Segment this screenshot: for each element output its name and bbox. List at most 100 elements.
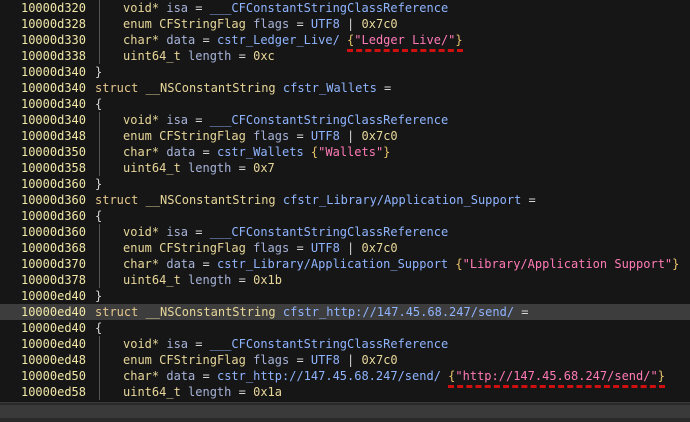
code-line[interactable]: 10000d340 struct __NSConstantString cfstr… bbox=[0, 80, 690, 96]
indent-guide bbox=[99, 48, 100, 64]
code-line[interactable]: 10000ed48 enum CFStringFlag flags = UTF8 … bbox=[0, 352, 690, 368]
symbol-reference[interactable]: cstr_Wallets bbox=[217, 145, 304, 159]
address-label[interactable]: 10000ed40 bbox=[0, 304, 86, 320]
type-keyword: void* bbox=[123, 113, 160, 127]
close-brace: } bbox=[95, 289, 103, 303]
symbol-reference[interactable]: UTF8 bbox=[311, 241, 340, 255]
code-line[interactable]: 10000d360 struct __NSConstantString cfstr… bbox=[0, 192, 690, 208]
address-label[interactable]: 10000d378 bbox=[0, 272, 86, 288]
address-label[interactable]: 10000d368 bbox=[0, 240, 86, 256]
type-keyword: char* bbox=[123, 33, 160, 47]
address-label[interactable]: 10000d340 bbox=[0, 96, 86, 112]
type-keyword: uint64_t bbox=[123, 385, 181, 399]
symbol-reference[interactable]: cstr_http://147.45.68.247/send/ bbox=[217, 369, 441, 383]
code-line[interactable]: 10000ed40 struct __NSConstantString cfstr… bbox=[0, 304, 690, 320]
code-line[interactable]: 10000d360} bbox=[0, 176, 690, 192]
symbol-reference[interactable]: cstr_Ledger_Live/ bbox=[217, 33, 340, 47]
address-label[interactable]: 10000ed40 bbox=[0, 320, 86, 336]
symbol-reference[interactable]: UTF8 bbox=[311, 129, 340, 143]
code-line[interactable]: 10000d370 char* data = cstr_Library/Appli… bbox=[0, 256, 690, 272]
code-line[interactable]: 10000d320 void* isa = ___CFConstantString… bbox=[0, 0, 690, 16]
type-name: CFStringFlag bbox=[159, 129, 246, 143]
struct-name[interactable]: cfstr_Wallets bbox=[283, 81, 377, 95]
open-brace: { bbox=[95, 97, 103, 111]
address-label[interactable]: 10000d360 bbox=[0, 192, 86, 208]
equals-sign: = bbox=[238, 385, 246, 399]
symbol-reference[interactable]: ___CFConstantStringClassReference bbox=[210, 1, 448, 15]
address-label[interactable]: 10000d340 bbox=[0, 80, 86, 96]
code-line[interactable]: 10000d340} bbox=[0, 64, 690, 80]
code-line[interactable]: 10000d360 { bbox=[0, 208, 690, 224]
address-label[interactable]: 10000d340 bbox=[0, 64, 86, 80]
scrollbar-thumb[interactable] bbox=[0, 405, 690, 418]
address-label[interactable]: 10000d358 bbox=[0, 160, 86, 176]
address-label[interactable]: 10000ed40 bbox=[0, 288, 86, 304]
indent-guide bbox=[99, 32, 100, 48]
code-line[interactable]: 10000d340 void* isa = ___CFConstantString… bbox=[0, 112, 690, 128]
code-line[interactable]: 10000ed40} bbox=[0, 288, 690, 304]
address-label[interactable]: 10000d350 bbox=[0, 144, 86, 160]
equals-sign: = bbox=[238, 273, 246, 287]
code-line[interactable]: 10000d348 enum CFStringFlag flags = UTF8 … bbox=[0, 128, 690, 144]
indent-guide bbox=[99, 384, 100, 400]
code-line[interactable]: 10000ed40 void* isa = ___CFConstantString… bbox=[0, 336, 690, 352]
address-label[interactable]: 10000d370 bbox=[0, 256, 86, 272]
address-label[interactable]: 10000d330 bbox=[0, 32, 86, 48]
field-name: flags bbox=[253, 17, 290, 31]
type-keyword: void* bbox=[123, 1, 160, 15]
code-line[interactable]: 10000d378 uint64_t length = 0x1b bbox=[0, 272, 690, 288]
comment-brace-open: { bbox=[455, 257, 463, 271]
field-declaration: void* isa = ___CFConstantStringClassRefe… bbox=[123, 112, 448, 128]
annotation-underline bbox=[347, 49, 463, 52]
disassembly-view[interactable]: 10000d320 void* isa = ___CFConstantString… bbox=[0, 0, 690, 402]
code-line[interactable]: 10000d338 uint64_t length = 0xc bbox=[0, 48, 690, 64]
indent-guide bbox=[99, 272, 100, 288]
code-line[interactable]: 10000d368 enum CFStringFlag flags = UTF8 … bbox=[0, 240, 690, 256]
struct-keyword: struct bbox=[95, 305, 139, 319]
annotation-underline bbox=[448, 385, 665, 388]
equals-sign: = bbox=[296, 241, 304, 255]
operator: | bbox=[347, 241, 355, 255]
address-label[interactable]: 10000d360 bbox=[0, 208, 86, 224]
symbol-reference[interactable]: cstr_Library/Application_Support bbox=[217, 257, 448, 271]
horizontal-scrollbar[interactable] bbox=[0, 402, 690, 422]
equals-sign: = bbox=[521, 305, 529, 319]
address-label[interactable]: 10000d348 bbox=[0, 128, 86, 144]
symbol-reference[interactable]: ___CFConstantStringClassReference bbox=[210, 113, 448, 127]
code-line[interactable]: 10000d340 { bbox=[0, 96, 690, 112]
struct-keyword: struct bbox=[95, 81, 139, 95]
equals-sign: = bbox=[202, 33, 210, 47]
code-line[interactable]: 10000d360 void* isa = ___CFConstantString… bbox=[0, 224, 690, 240]
symbol-reference[interactable]: UTF8 bbox=[311, 353, 340, 367]
equals-sign: = bbox=[296, 129, 304, 143]
address-label[interactable]: 10000d338 bbox=[0, 48, 86, 64]
code-line[interactable]: 10000ed50 char* data = cstr_http://147.45… bbox=[0, 368, 690, 384]
string-literal: "Library/Application Support" bbox=[462, 257, 673, 271]
address-label[interactable]: 10000ed40 bbox=[0, 336, 86, 352]
indent-guide bbox=[99, 352, 100, 368]
struct-name[interactable]: cfstr_Library/Application_Support bbox=[283, 193, 521, 207]
code-line[interactable]: 10000d358 uint64_t length = 0x7 bbox=[0, 160, 690, 176]
code-line[interactable]: 10000d330 char* data = cstr_Ledger_Live/ … bbox=[0, 32, 690, 48]
symbol-reference[interactable]: UTF8 bbox=[311, 17, 340, 31]
equals-sign: = bbox=[238, 49, 246, 63]
address-label[interactable]: 10000d328 bbox=[0, 16, 86, 32]
symbol-reference[interactable]: ___CFConstantStringClassReference bbox=[210, 337, 448, 351]
address-label[interactable]: 10000ed48 bbox=[0, 352, 86, 368]
code-line[interactable]: 10000d328 enum CFStringFlag flags = UTF8 … bbox=[0, 16, 690, 32]
type-keyword: enum bbox=[123, 17, 152, 31]
string-literal: "Wallets" bbox=[318, 145, 384, 159]
address-label[interactable]: 10000ed50 bbox=[0, 368, 86, 384]
address-label[interactable]: 10000d360 bbox=[0, 176, 86, 192]
symbol-reference[interactable]: ___CFConstantStringClassReference bbox=[210, 225, 448, 239]
indent-guide bbox=[99, 144, 100, 160]
equals-sign: = bbox=[195, 225, 203, 239]
address-label[interactable]: 10000d320 bbox=[0, 0, 86, 16]
address-label[interactable]: 10000ed58 bbox=[0, 384, 86, 400]
struct-name[interactable]: cfstr_http://147.45.68.247/send/ bbox=[283, 305, 514, 319]
code-line[interactable]: 10000ed40 { bbox=[0, 320, 690, 336]
field-name: data bbox=[166, 369, 196, 383]
address-label[interactable]: 10000d360 bbox=[0, 224, 86, 240]
code-line[interactable]: 10000d350 char* data = cstr_Wallets {"Wal… bbox=[0, 144, 690, 160]
address-label[interactable]: 10000d340 bbox=[0, 112, 86, 128]
